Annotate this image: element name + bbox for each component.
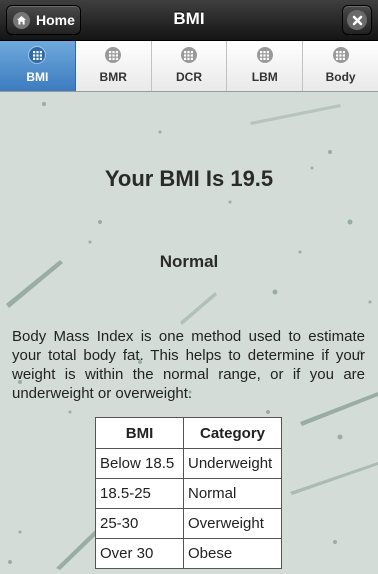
home-button[interactable]: Home (6, 5, 81, 35)
tab-bar: BMI BMR DCR LBM Body (0, 41, 378, 92)
tab-lbm[interactable]: LBM (227, 41, 304, 91)
table-cell: Normal (183, 478, 282, 509)
main-content: Your BMI Is 19.5 Normal Body Mass Index … (0, 92, 378, 574)
tab-body[interactable]: Body (303, 41, 378, 91)
home-icon (13, 12, 30, 29)
grid-icon (180, 47, 197, 63)
home-button-label: Home (36, 12, 75, 28)
tab-label: BMI (26, 70, 49, 84)
column-header: BMI (95, 417, 184, 449)
grid-icon (105, 47, 122, 63)
tab-bmr[interactable]: BMR (75, 41, 152, 91)
close-icon (347, 10, 367, 30)
table-cell: 25-30 (95, 508, 184, 539)
bmi-result-heading: Your BMI Is 19.5 (104, 166, 274, 191)
table-cell: Overweight (183, 508, 282, 539)
table-cell: 18.5-25 (95, 478, 184, 509)
grid-icon (256, 47, 273, 63)
table-header-row: BMI Category (95, 417, 282, 449)
table-row: Below 18.5 Underweight (95, 448, 282, 479)
grid-icon (29, 47, 46, 63)
table-cell: Below 18.5 (95, 448, 184, 479)
bmi-category: Normal (159, 252, 219, 271)
tab-bmi[interactable]: BMI (0, 41, 76, 91)
table-cell: Underweight (183, 448, 282, 479)
table-cell: Obese (183, 538, 282, 569)
tab-dcr[interactable]: DCR (151, 41, 228, 91)
grid-icon (332, 47, 349, 63)
tab-label: DCR (175, 70, 202, 84)
table-row: 18.5-25 Normal (95, 478, 282, 509)
tab-label: Body (325, 70, 356, 84)
column-header: Category (183, 417, 282, 449)
table-cell: Over 30 (95, 538, 184, 569)
table-row: Over 30 Obese (95, 538, 282, 569)
tab-label: BMR (99, 70, 127, 84)
tab-label: LBM (251, 70, 278, 84)
table-row: 25-30 Overweight (95, 508, 282, 539)
close-button[interactable] (342, 5, 372, 35)
header-bar: BMI Home (0, 0, 378, 41)
bmi-description: Body Mass Index is one method used to es… (12, 328, 365, 402)
bmi-category-table: BMI Category Below 18.5 Underweight 18.5… (95, 417, 282, 569)
